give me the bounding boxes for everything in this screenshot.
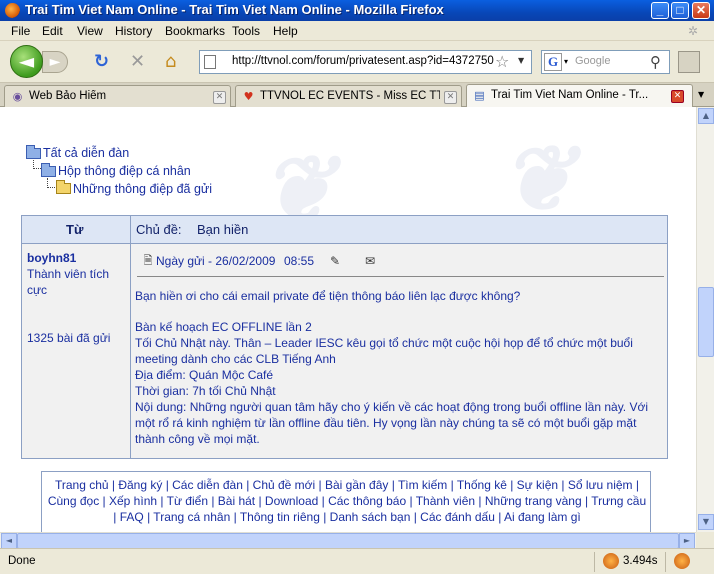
tab-trai-tim-viet-nam[interactable]: ▤ Trai Tim Viet Nam Online - Tr... ✕ — [466, 84, 693, 108]
scroll-up-icon[interactable]: ▲ — [698, 108, 714, 124]
scroll-right-icon[interactable]: ► — [679, 533, 695, 549]
menu-file[interactable]: File — [11, 24, 30, 38]
close-button[interactable]: ✕ — [692, 2, 710, 19]
search-box[interactable]: G ▾ Google ⚲ — [541, 50, 670, 74]
breadcrumb-root[interactable]: Tất cả diễn đàn — [43, 146, 129, 160]
tab-label: Web Bảo Hiểm — [29, 90, 107, 102]
menu-help[interactable]: Help — [273, 24, 298, 38]
back-button[interactable]: ◄ — [10, 45, 43, 78]
scroll-down-icon[interactable]: ▼ — [698, 514, 714, 530]
window-titlebar: Trai Tim Viet Nam Online - Trai Tim Viet… — [0, 0, 714, 21]
status-bar: Done 3.494s — [0, 548, 714, 574]
status-text: Done — [8, 555, 36, 567]
message-line: Bạn hiền ơi cho cái email private để tiệ… — [135, 289, 521, 303]
message-line: Bàn kế hoạch EC OFFLINE lần 2 — [135, 320, 312, 334]
scroll-corner — [696, 532, 714, 548]
sender-cell: boyhn81 Thành viên tích cực 1325 bài đã … — [22, 244, 131, 458]
page-load-time: 3.494s — [623, 555, 658, 567]
tab-ttvnol-ec-events[interactable]: ♥ TTVNOL EC EVENTS - Miss EC TTV... ✕ — [235, 85, 462, 107]
search-icon[interactable]: ⚲ — [650, 53, 661, 71]
breadcrumb-sent[interactable]: Những thông điệp đã gửi — [73, 182, 212, 196]
tab-bar: ◉ Web Bảo Hiểm ✕ ♥ TTVNOL EC EVENTS - Mi… — [0, 83, 714, 108]
forward-button[interactable]: ► — [42, 51, 68, 73]
sender-post-count: 1325 bài đã gửi — [27, 331, 111, 345]
tab-favicon-icon: ◉ — [12, 90, 23, 103]
home-icon[interactable]: ⌂ — [165, 52, 176, 72]
tab-close-icon[interactable]: ✕ — [213, 91, 226, 104]
page-icon — [204, 55, 216, 69]
message-divider — [137, 276, 664, 277]
from-header: Từ — [66, 222, 84, 237]
horizontal-scroll-thumb[interactable] — [17, 533, 679, 549]
footer-links[interactable]: Trang chủ | Đăng ký | Các diễn đàn | Chủ… — [46, 478, 648, 525]
tab-close-icon[interactable]: ✕ — [444, 91, 457, 104]
sender-name[interactable]: boyhn81 — [27, 251, 76, 265]
maximize-button[interactable]: □ — [671, 2, 689, 19]
tree-connector — [47, 178, 55, 188]
throbber-icon: ✲ — [688, 24, 699, 38]
menu-bar: File Edit View History Bookmarks Tools H… — [0, 21, 714, 41]
page-content: ❦ ❦ Tất cả diễn đàn Hộp thông điệp cá nh… — [0, 107, 696, 532]
url-dropdown-icon[interactable]: ▼ — [518, 56, 524, 65]
status-separator — [594, 552, 595, 572]
tree-connector — [33, 160, 41, 169]
engine-dropdown-icon[interactable]: ▾ — [564, 57, 568, 66]
page-favicon-icon: ▤ — [474, 89, 485, 102]
stop-icon[interactable]: ✕ — [130, 52, 145, 72]
tab-label: Trai Tim Viet Nam Online - Tr... — [491, 89, 649, 101]
vertical-scroll-thumb[interactable] — [698, 287, 714, 357]
sent-time: 08:55 — [284, 254, 315, 268]
firefox-icon — [5, 3, 20, 18]
search-placeholder[interactable]: Google — [575, 55, 610, 67]
minimize-button[interactable]: _ — [651, 2, 669, 19]
folder-icon — [26, 145, 41, 159]
status-separator — [665, 552, 666, 572]
heart-icon: ♥ — [243, 90, 254, 103]
bookmark-star-icon[interactable]: ☆ — [495, 52, 509, 71]
open-folder-icon — [56, 180, 71, 194]
addon-icon[interactable] — [603, 553, 619, 569]
menu-edit[interactable]: Edit — [42, 24, 63, 38]
url-text[interactable]: http://ttvnol.com/forum/privatesent.asp?… — [232, 55, 494, 67]
subject-label: Chủ đề: — [136, 222, 182, 237]
extension-icon[interactable] — [678, 51, 700, 73]
menu-bookmarks[interactable]: Bookmarks — [165, 24, 225, 38]
menu-view[interactable]: View — [77, 24, 103, 38]
message-line: Tối Chủ Nhật này. Thân – Leader IESC kêu… — [135, 336, 633, 366]
footer-links-box: Trang chủ | Đăng ký | Các diễn đàn | Chủ… — [41, 471, 651, 532]
window-title: Trai Tim Viet Nam Online - Trai Tim Viet… — [25, 2, 444, 17]
reply-icon[interactable]: ✉ — [363, 254, 377, 268]
menu-tools[interactable]: Tools — [232, 24, 260, 38]
from-header-cell: Từ — [22, 216, 131, 244]
vertical-scrollbar[interactable]: ▲ ▼ — [696, 107, 714, 532]
breadcrumb-inbox[interactable]: Hộp thông điệp cá nhân — [58, 164, 191, 178]
firefox-status-icon[interactable] — [674, 553, 690, 569]
subject-text: Bạn hiền — [197, 222, 249, 237]
reload-icon[interactable]: ↻ — [94, 52, 109, 72]
scroll-left-icon[interactable]: ◄ — [1, 533, 17, 549]
tab-label: TTVNOL EC EVENTS - Miss EC TTV... — [260, 90, 440, 102]
navigation-toolbar: ► ◄ ↻ ✕ ⌂ http://ttvnol.com/forum/privat… — [0, 41, 714, 83]
sender-rank: Thành viên tích cực — [27, 267, 110, 297]
horizontal-scrollbar[interactable]: ◄ ► — [0, 532, 696, 549]
url-bar[interactable]: http://ttvnol.com/forum/privatesent.asp?… — [199, 50, 532, 74]
subject-header-cell: Chủ đề: Bạn hiền — [131, 216, 667, 244]
sent-date: Ngày gửi - 26/02/2009 — [156, 254, 276, 268]
message-line: Địa điểm: Quán Mộc Café — [135, 368, 274, 382]
menu-history[interactable]: History — [115, 24, 152, 38]
tab-close-icon[interactable]: ✕ — [671, 90, 684, 103]
message-line: Nội dung: Những người quan tâm hãy cho ý… — [135, 400, 649, 446]
search-engine-icon[interactable]: G — [544, 53, 562, 71]
message-line: Thời gian: 7h tối Chủ Nhật — [135, 384, 276, 398]
message-table: Từ Chủ đề: Bạn hiền boyhn81 Thành viên t… — [21, 215, 668, 459]
edit-icon[interactable]: ✎ — [328, 254, 342, 268]
folder-icon — [41, 163, 56, 177]
tab-list-dropdown-icon[interactable]: ▼ — [698, 90, 704, 99]
document-icon: 🗎 — [143, 254, 153, 267]
tab-web-bao-hiem[interactable]: ◉ Web Bảo Hiểm ✕ — [4, 85, 231, 107]
